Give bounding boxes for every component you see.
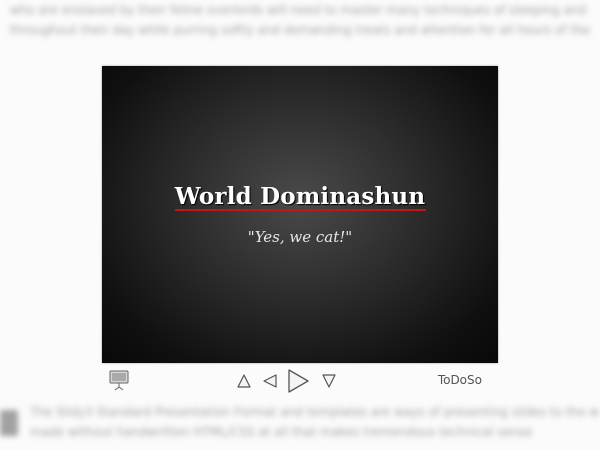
slide-title: World Dominashun	[174, 183, 426, 210]
slide-subtitle: "Yes, we cat!"	[247, 228, 353, 246]
up-icon[interactable]	[236, 373, 252, 389]
slideshow-toolbar: ToDoSo	[102, 366, 498, 394]
previous-icon[interactable]	[262, 373, 278, 389]
down-icon[interactable]	[321, 373, 337, 389]
slide-canvas[interactable]: World Dominashun "Yes, we cat!"	[102, 66, 498, 363]
page: who are enslaved by their feline overlor…	[0, 0, 600, 450]
title-underline	[175, 209, 426, 211]
brand-label[interactable]: ToDoSo	[438, 373, 482, 387]
play-icon[interactable]	[286, 368, 310, 394]
presenter-icon[interactable]	[108, 369, 130, 391]
